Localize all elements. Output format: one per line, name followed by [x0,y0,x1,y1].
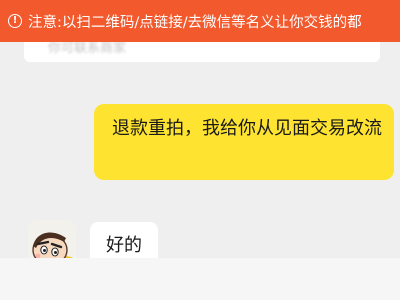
warning-circle-icon: ! [8,14,22,28]
warning-banner[interactable]: ! 注意:以扫二维码/点链接/去微信等名义让你交钱的都 [0,0,400,42]
outgoing-message-text: 退款重拍，我给你从见面交易改流 [112,118,382,139]
outgoing-message-bubble[interactable]: 退款重拍，我给你从见面交易改流 [94,104,394,180]
incoming-message-text: 好的 [106,235,142,256]
bottom-area [0,258,400,300]
warning-text: 注意:以扫二维码/点链接/去微信等名义让你交钱的都 [28,14,362,31]
